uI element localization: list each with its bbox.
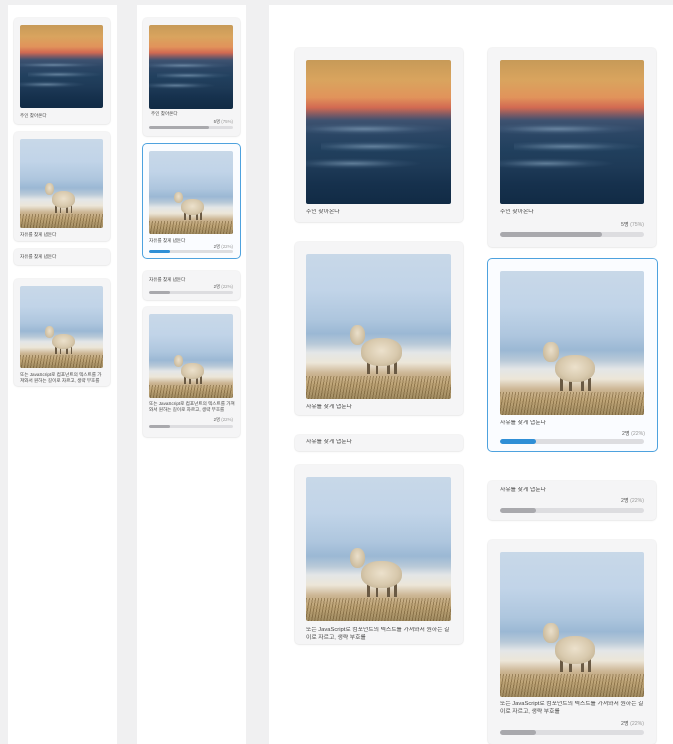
sunset-sea-photo <box>500 60 644 204</box>
option-label: 또는 JavaScript로 컴포넌트의 텍스트를 가져와서 원하는 길이로 자… <box>20 372 102 384</box>
vote-bar <box>500 730 644 735</box>
vote-bar <box>500 508 644 513</box>
option-label: 자유를 찾게 냅둔다 <box>500 487 546 493</box>
option-label: 또는 JavaScript로 컴포넌트의 텍스트를 가져와서 원하는 길이로 자… <box>306 627 450 641</box>
vote-bar <box>500 232 644 237</box>
option-label: 자유를 찾게 냅둔다 <box>20 232 57 237</box>
vote-bar-fill <box>500 439 536 444</box>
vote-bar-fill <box>149 291 170 294</box>
poll-option-card[interactable]: 자유를 찾게 냅둔다 <box>14 132 110 241</box>
poll-option-card[interactable]: 주인 찾아온다 <box>295 48 463 222</box>
poll-option-card[interactable]: 자유를 찾게 냅둔다 2명 (22%) <box>488 481 656 520</box>
vote-bar <box>149 250 233 253</box>
poll-preview-medium: 주인 찾아온다 5명 (75%) 자유를 찾게 냅둔다 2명 (22%) 자유를… <box>137 5 246 744</box>
poll-option-card[interactable]: 또는 JavaScript로 컴포넌트의 텍스트를 가져와서 원하는 길이로 자… <box>14 279 110 386</box>
sunset-sea-photo <box>20 25 103 108</box>
option-label: 또는 JavaScript로 컴포넌트의 텍스트를 가져와서 원하는 길이로 자… <box>500 701 644 715</box>
option-label: 주인 찾아온다 <box>306 209 340 215</box>
sheep-meadow-photo <box>20 286 103 368</box>
vote-bar-fill <box>149 126 209 129</box>
vote-bar-fill <box>500 730 536 735</box>
poll-option-card[interactable]: 주인 찾아온다 5명 (75%) <box>143 18 240 136</box>
poll-option-card[interactable]: 자유를 찾게 냅둔다 <box>295 242 463 415</box>
sheep-meadow-photo <box>500 552 644 697</box>
vote-count: 2명 (22%) <box>621 498 644 504</box>
poll-option-card[interactable]: 또는 JavaScript로 컴포넌트의 텍스트를 가져와서 원하는 길이로 자… <box>295 465 463 644</box>
option-label: 주인 찾아온다 <box>20 113 47 118</box>
option-label: 주인 찾아온다 <box>151 111 178 116</box>
sheep-meadow-photo <box>20 139 103 228</box>
poll-option-card[interactable]: 자유를 찾게 냅둔다 <box>295 435 463 451</box>
poll-option-card-selected[interactable]: 자유를 찾게 냅둔다 2명 (22%) <box>488 259 657 451</box>
sheep-meadow-photo <box>306 254 451 399</box>
option-label: 자유를 찾게 냅둔다 <box>149 277 186 282</box>
sunset-sea-photo <box>306 60 451 204</box>
option-label: 자유를 찾게 냅둔다 <box>306 404 352 410</box>
poll-option-card[interactable]: 자유를 찾게 냅둔다 2명 (22%) <box>143 271 240 300</box>
vote-bar <box>149 126 233 129</box>
vote-count: 5명 (75%) <box>621 222 644 228</box>
poll-option-card-selected[interactable]: 자유를 찾게 냅둔다 2명 (22%) <box>143 144 240 258</box>
poll-option-card[interactable]: 주인 찾아온다 <box>14 18 110 124</box>
vote-count: 2명 (22%) <box>621 721 644 727</box>
vote-bar <box>149 425 233 428</box>
poll-option-card[interactable]: 또는 JavaScript로 컴포넌트의 텍스트를 가져와서 원하는 길이로 자… <box>143 307 240 437</box>
vote-count: 2명 (22%) <box>213 284 233 289</box>
option-label: 주인 찾아온다 <box>500 209 534 215</box>
poll-preview-small: 주인 찾아온다 자유를 찾게 냅둔다 자유를 찾게 냅둔다 또는 JavaScr… <box>8 5 117 744</box>
poll-option-card[interactable]: 자유를 찾게 냅둔다 <box>14 249 110 265</box>
vote-count: 2명 (22%) <box>213 417 233 422</box>
vote-bar-fill <box>149 250 170 253</box>
poll-preview-large: 주인 찾아온다 자유를 찾게 냅둔다 자유를 찾게 냅둔다 또는 JavaScr… <box>269 5 673 744</box>
vote-bar-fill <box>500 232 603 237</box>
sunset-sea-photo <box>149 25 233 109</box>
vote-bar-fill <box>149 425 170 428</box>
sheep-meadow-photo <box>149 314 233 398</box>
sheep-meadow-photo <box>500 271 644 415</box>
option-label: 자유를 찾게 냅둔다 <box>500 420 546 426</box>
vote-bar <box>500 439 644 444</box>
option-label: 자유를 찾게 냅둔다 <box>306 439 352 445</box>
vote-bar <box>149 291 233 294</box>
sheep-meadow-photo <box>149 151 233 234</box>
option-label: 또는 JavaScript로 컴포넌트의 텍스트를 가져와서 원하는 길이로 자… <box>149 401 235 413</box>
poll-option-card[interactable]: 또는 JavaScript로 컴포넌트의 텍스트를 가져와서 원하는 길이로 자… <box>488 540 656 744</box>
vote-count: 2명 (22%) <box>622 431 645 437</box>
vote-count: 5명 (75%) <box>213 119 233 124</box>
sheep-meadow-photo <box>306 477 451 621</box>
poll-option-card[interactable]: 주인 찾아온다 5명 (75%) <box>488 48 656 247</box>
vote-bar-fill <box>500 508 536 513</box>
option-label: 자유를 찾게 냅둔다 <box>20 254 57 259</box>
